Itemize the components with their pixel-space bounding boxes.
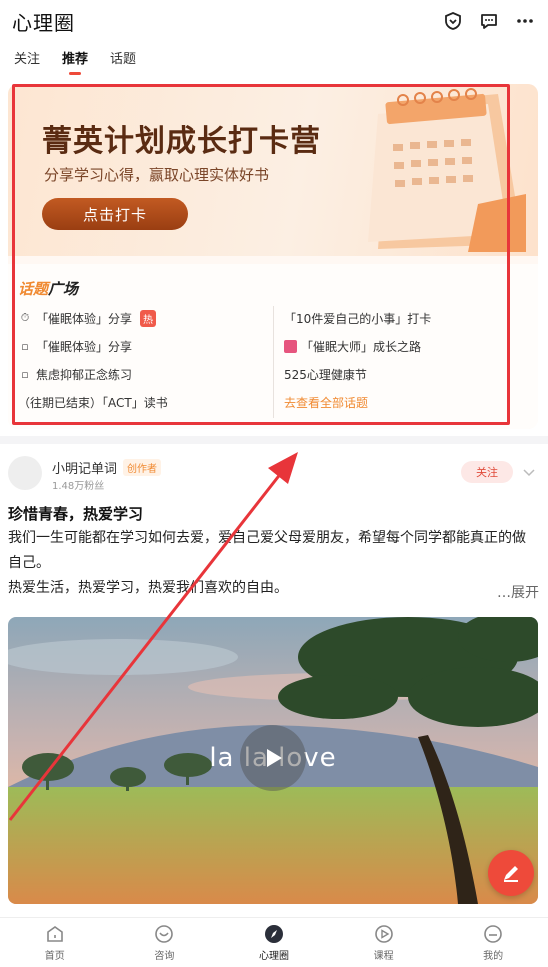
nav-label: 首页	[44, 951, 65, 962]
home-icon	[46, 926, 63, 942]
timer-icon: ⏱	[20, 311, 30, 324]
topic-label: 「催眠体验」分享	[36, 339, 133, 354]
image-placeholder-icon: ▫	[21, 339, 29, 353]
more-icon[interactable]	[514, 10, 536, 32]
video-player[interactable]: la la love	[8, 617, 538, 904]
topic-label: 「催眠大师」成长之路	[301, 339, 422, 354]
tab-recommend[interactable]: 推荐	[62, 48, 88, 75]
image-placeholder-icon: ▫	[21, 367, 29, 381]
post-paragraph: 我们一生可能都在学习如何去爱，爱自己爱父母爱朋友，希望每个同学都能真正的做自己。	[8, 530, 526, 571]
bottom-nav: 首页 咨询 心理圈 课程 我的	[0, 917, 548, 967]
topic-item[interactable]: 525心理健康节	[284, 360, 431, 388]
fan-count: 1.48万粉丝	[52, 481, 105, 492]
shield-icon[interactable]	[442, 10, 464, 32]
user-icon	[484, 925, 502, 943]
pencil-icon	[504, 866, 518, 882]
banner-title: 菁英计划成长打卡营	[42, 124, 321, 159]
play-icon	[267, 749, 282, 767]
nav-label: 咨询	[154, 951, 175, 962]
compass-icon	[264, 925, 283, 943]
creator-badge: 创作者	[123, 459, 162, 476]
author-name[interactable]: 小明记单词	[52, 458, 117, 477]
heart-chat-icon	[155, 925, 174, 943]
topic-square-heading: 话题广场	[18, 278, 78, 299]
promo-card: 菁英计划成长打卡营 分享学习心得，赢取心理实体好书 点击打卡 话题广场 ⏱ 「催…	[8, 84, 538, 429]
topic-item[interactable]: （往期已结束）「ACT」读书	[18, 388, 168, 416]
topic-label: 焦虑抑郁正念练习	[36, 367, 133, 382]
see-all-label: 去查看全部话题	[284, 395, 369, 410]
page-title: 心理圈	[12, 10, 75, 35]
checkin-banner[interactable]: 菁英计划成长打卡营 分享学习心得，赢取心理实体好书 点击打卡	[8, 84, 538, 256]
nav-mine[interactable]: 我的	[438, 918, 548, 967]
nav-courses[interactable]: 课程	[329, 918, 439, 967]
topic-label: 「催眠体验」分享	[36, 311, 133, 326]
author-row: 小明记单词 创作者	[52, 458, 162, 477]
topic-heading-rest: 广场	[48, 280, 79, 298]
section-separator	[0, 436, 548, 444]
topic-label: 525心理健康节	[284, 367, 367, 382]
expand-link[interactable]: …展开	[497, 582, 539, 602]
follow-button[interactable]: 关注	[461, 461, 513, 483]
topic-item[interactable]: ⏱ 「催眠体验」分享 热	[18, 304, 168, 332]
topic-item[interactable]: 「10件爱自己的小事」打卡	[284, 304, 431, 332]
checkin-button[interactable]: 点击打卡	[42, 198, 188, 230]
topic-heading-highlight: 话题	[18, 280, 49, 298]
top-bar: 心理圈	[0, 0, 548, 42]
topic-label: （往期已结束）「ACT」读书	[18, 395, 168, 410]
message-icon[interactable]	[478, 10, 500, 32]
play-circle-icon	[374, 925, 393, 943]
nav-label: 心理圈	[258, 951, 289, 962]
compose-button[interactable]	[488, 850, 534, 896]
post-body: 我们一生可能都在学习如何去爱，爱自己爱父母爱朋友，希望每个同学都能真正的做自己。…	[8, 526, 538, 601]
see-all-topics-link[interactable]: 去查看全部话题	[284, 388, 431, 416]
book-icon	[284, 339, 297, 353]
post-title: 珍惜青春，热爱学习	[8, 505, 144, 523]
nav-consult[interactable]: 咨询	[110, 918, 220, 967]
topic-label: 「10件爱自己的小事」打卡	[284, 311, 432, 326]
avatar[interactable]	[8, 456, 42, 490]
topic-item[interactable]: 「催眠大师」成长之路	[284, 332, 431, 360]
post-paragraph: 热爱生活，热爱学习，热爱我们喜欢的自由。	[8, 580, 288, 596]
play-button[interactable]	[240, 725, 306, 791]
topic-item[interactable]: ▫ 焦虑抑郁正念练习	[18, 360, 168, 388]
nav-home[interactable]: 首页	[0, 918, 110, 967]
topic-item[interactable]: ▫ 「催眠体验」分享	[18, 332, 168, 360]
feed-tabs: 关注 推荐 话题	[14, 48, 136, 75]
hot-badge: 热	[140, 309, 157, 327]
calendar-illustration	[368, 88, 526, 252]
tab-topics[interactable]: 话题	[110, 48, 136, 75]
nav-circle[interactable]: 心理圈	[219, 918, 329, 967]
banner-subtitle: 分享学习心得，赢取心理实体好书	[44, 166, 270, 184]
column-divider	[273, 306, 274, 418]
topic-square: 话题广场 ⏱ 「催眠体验」分享 热 ▫ 「催眠体验」分享 ▫ 焦虑抑郁正念练习 …	[8, 264, 538, 429]
nav-label: 我的	[483, 951, 504, 962]
nav-label: 课程	[373, 951, 394, 962]
chevron-down-icon[interactable]	[522, 465, 536, 479]
tab-following[interactable]: 关注	[14, 48, 40, 75]
